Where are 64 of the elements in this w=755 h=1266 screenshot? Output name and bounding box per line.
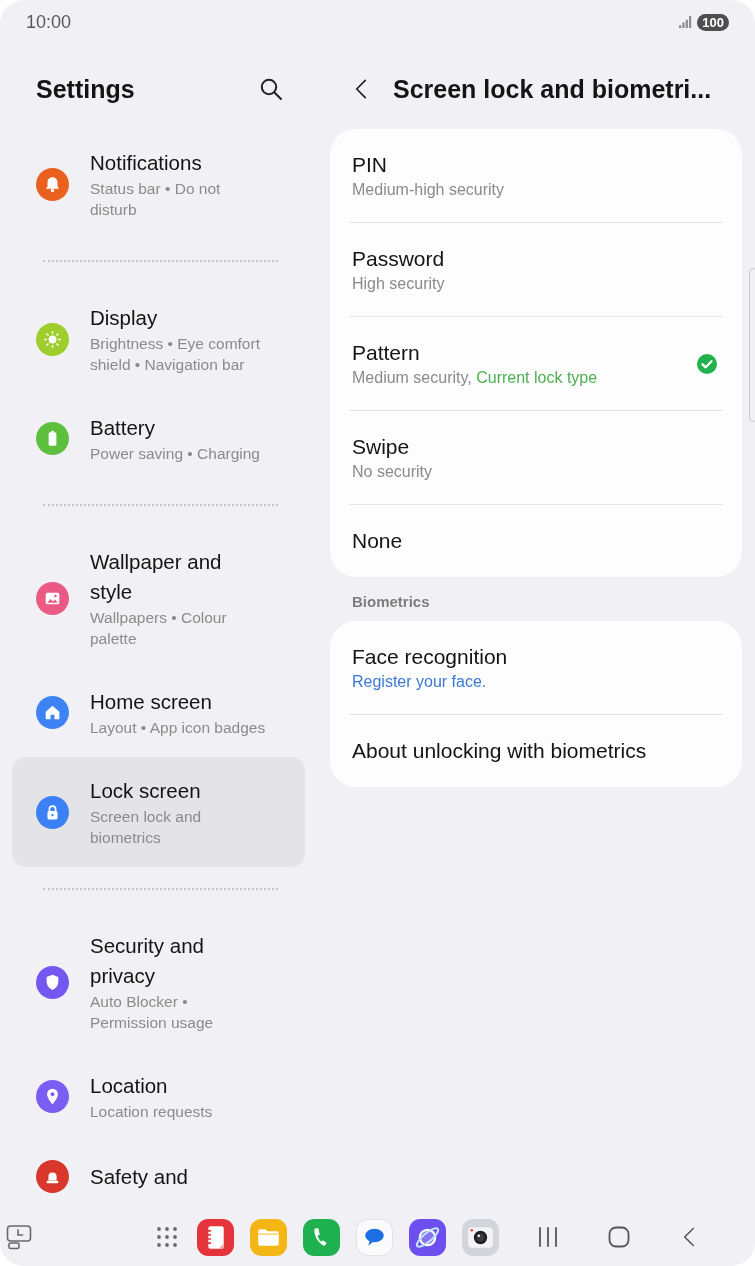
item-summary: Power saving • Charging	[90, 444, 260, 464]
settings-menu-item[interactable]: Wallpaper and style Wallpapers • Colour palette	[12, 528, 305, 668]
item-title: Notifications	[90, 150, 202, 176]
search-icon[interactable]	[259, 77, 283, 101]
option-title: About unlocking with biometrics	[352, 738, 647, 764]
item-summary: Brightness • Eye comfort shield • Navigation bar	[90, 334, 261, 375]
biometric-option[interactable]: About unlocking with biometrics	[330, 715, 742, 787]
monitor-clock-icon[interactable]	[6, 1224, 32, 1250]
phone-app-icon[interactable]	[302, 1218, 340, 1256]
current-lock-label: Current lock type	[476, 368, 598, 388]
option-description: High security	[352, 274, 445, 294]
page-title: Screen lock and biometri...	[393, 74, 712, 105]
settings-menu-item[interactable]: Battery Power saving • Charging	[12, 394, 305, 483]
lock-type-option[interactable]: PIN Medium-high security	[330, 129, 742, 222]
camera-app-icon[interactable]	[461, 1218, 499, 1256]
lock-type-option[interactable]: Swipe No security	[330, 411, 742, 504]
item-title: Display	[90, 305, 158, 331]
option-description: Register your face.	[352, 672, 487, 692]
lock-type-option[interactable]: None	[330, 505, 742, 577]
item-title: Safety and	[90, 1163, 188, 1190]
item-title: Battery	[90, 415, 155, 441]
panel-title: Settings	[36, 74, 135, 105]
section-label: Biometrics	[352, 592, 430, 612]
option-title: Face recognition	[352, 644, 508, 670]
option-title: None	[352, 528, 403, 554]
item-title: Lock screen	[90, 778, 201, 804]
settings-menu-item[interactable]: Lock screen Screen lock and biometrics	[12, 757, 305, 867]
item-title: Home screen	[90, 689, 212, 715]
back-icon[interactable]	[355, 78, 367, 100]
item-summary: Layout • App icon badges	[90, 718, 266, 738]
home-button-icon[interactable]	[608, 1226, 630, 1248]
lock-type-option[interactable]: Password High security	[330, 223, 742, 316]
option-title: Swipe	[352, 434, 410, 460]
item-summary: Location requests	[90, 1102, 213, 1122]
option-description: Medium-high security	[352, 180, 505, 200]
back-icon[interactable]	[683, 1226, 695, 1248]
planet-app-icon[interactable]	[408, 1218, 446, 1256]
item-summary: Auto Blocker • Permission usage	[90, 992, 215, 1033]
item-summary: Status bar • Do not disturb	[90, 179, 222, 220]
option-title: Password	[352, 246, 445, 272]
item-title: Wallpaper and style	[90, 549, 223, 605]
settings-menu-item[interactable]: Display Brightness • Eye comfort shield • Navigation bar	[12, 284, 305, 394]
status-time: 10:00	[26, 11, 72, 33]
item-title: Location	[90, 1073, 168, 1099]
chat-bubble-app-icon[interactable]	[355, 1218, 393, 1256]
option-description: No security	[352, 462, 433, 482]
settings-menu-item[interactable]: Safety and	[12, 1141, 305, 1208]
signal-icon	[679, 16, 693, 28]
biometric-option[interactable]: Face recognition Register your face.	[330, 621, 742, 714]
item-summary: Wallpapers • Colour palette	[90, 608, 228, 649]
battery-indicator: 100	[697, 13, 729, 31]
settings-menu-item[interactable]: Location Location requests	[12, 1052, 305, 1141]
recents-icon[interactable]	[536, 1226, 560, 1248]
lock-type-option[interactable]: Pattern Medium security, Current lock type	[330, 317, 742, 410]
notebook-app-icon[interactable]	[196, 1218, 234, 1256]
option-description: Medium security,	[352, 368, 472, 388]
option-title: PIN	[352, 152, 387, 178]
item-summary: Screen lock and biometrics	[90, 807, 203, 848]
option-title: Pattern	[352, 340, 420, 366]
apps-grid-icon[interactable]	[156, 1226, 178, 1248]
item-title: Security and privacy	[90, 933, 205, 989]
settings-menu-item[interactable]: Home screen Layout • App icon badges	[12, 668, 305, 757]
settings-menu-item[interactable]: Security and privacy Auto Blocker • Permission usage	[12, 912, 305, 1052]
settings-menu-item[interactable]: Notifications Status bar • Do not disturb	[12, 129, 305, 239]
